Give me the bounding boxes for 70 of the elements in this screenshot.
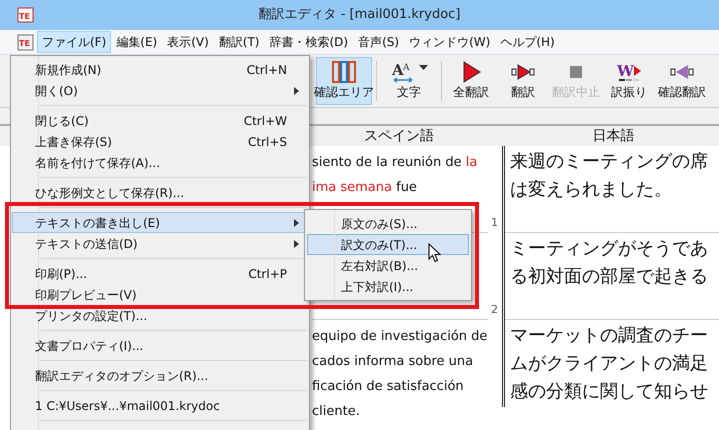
source-text-line: equipo de investigación de <box>312 328 488 346</box>
menu-item-label: 上書き保存(S) <box>35 134 112 150</box>
source-text-line: ficación de satisfacción <box>312 378 465 396</box>
toolbar-button[interactable]: W 訳振り <box>604 57 654 105</box>
row-number: 1 <box>491 214 498 230</box>
app-logo-icon: TE <box>17 7 34 23</box>
menu-item[interactable]: ひな形例文として保存(R)... <box>12 182 308 203</box>
menu-item[interactable]: 上書き保存(S) Ctrl+S <box>12 131 308 152</box>
document-icon: TE <box>17 34 34 50</box>
menu-bar-item[interactable]: ファイル(F) <box>37 31 112 53</box>
menu-item-label: 翻訳エディタのオプション(R)... <box>35 368 208 384</box>
menu-item-label: 文書プロパティ(I)... <box>35 338 144 354</box>
toolbar-button[interactable]: 翻訳 <box>498 57 548 105</box>
target-text-line: マーケットの調査のチー <box>510 324 709 348</box>
menu-bar-item[interactable]: 辞書・検索(D) <box>264 31 354 53</box>
target-text-line: ミーティングがそうであ <box>510 237 709 261</box>
column-header: スペイン語 <box>363 127 435 146</box>
toolbar-button[interactable]: 確認翻訳 <box>656 57 708 105</box>
menu-item[interactable]: 印刷(P)... Ctrl+P <box>12 263 308 284</box>
window-title: 翻訳エディタ - [mail001.krydoc] <box>258 6 460 24</box>
menu-item[interactable]: 文書プロパティ(I)... <box>12 335 308 356</box>
menu-item[interactable]: プリンタの設定(T)... <box>12 305 308 326</box>
source-text-line: cliente. <box>312 403 361 421</box>
menu-item-label: プリンタの設定(T)... <box>35 308 148 324</box>
target-text-line: は変えられました。 <box>510 178 673 202</box>
source-text-line: siento de la reunión de la <box>312 154 478 172</box>
menu-bar-item[interactable]: 表示(V) <box>162 31 214 53</box>
menu-item[interactable]: 1 C:¥Users¥...¥mail001.krydoc <box>12 395 308 416</box>
target-text-line: 感の分類に関して知らせ <box>510 380 709 404</box>
menu-item-label: 閉じる(C) <box>35 112 89 130</box>
submenu-item[interactable]: 原文のみ(S)... <box>307 213 469 234</box>
menu-bar-item[interactable]: 翻訳(T) <box>214 31 264 53</box>
menu-bar-item[interactable]: ヘルプ(H) <box>495 31 560 53</box>
shortcut-label: Ctrl+P <box>248 266 287 282</box>
menu-item-label: 印刷プレビュー(V) <box>35 286 137 304</box>
menu-item-label: ひな形例文として保存(R)... <box>35 184 184 202</box>
menu-item-label: 印刷(P)... <box>35 266 88 282</box>
menu-item[interactable]: 新規作成(N) Ctrl+N <box>12 59 308 80</box>
menu-bar-item[interactable]: 音声(S) <box>353 31 404 53</box>
menu-bar-item[interactable]: 編集(E) <box>111 31 162 53</box>
mouse-pointer-icon <box>428 243 441 263</box>
shortcut-label: Ctrl+N <box>246 62 287 78</box>
menu-item[interactable]: 名前を付けて保存(A)... <box>12 152 308 173</box>
toolbar-toggle-button[interactable]: 確認エリア <box>316 57 372 105</box>
menu-item-label: 1 C:¥Users¥...¥mail001.krydoc <box>35 398 220 414</box>
menu-item[interactable]: 翻訳エディタのオプション(R)... <box>12 365 308 386</box>
target-text-line: ムがクライアントの満足 <box>510 352 709 376</box>
menu-item[interactable]: 開く(O) <box>12 80 308 101</box>
shortcut-label: Ctrl+W <box>244 112 287 130</box>
toolbar-button[interactable]: 全翻訳 <box>446 57 496 105</box>
menu-item-label: テキストの送信(D) <box>35 236 138 252</box>
target-text-line: 来週のミーティングの席 <box>510 150 709 174</box>
caret-icon <box>418 65 428 71</box>
submenu-item[interactable]: 左右対訳(B)... <box>307 255 469 276</box>
menu-item[interactable]: 閉じる(C) Ctrl+W <box>12 110 308 131</box>
menu-item[interactable]: テキストの送信(D) <box>12 233 308 254</box>
menu-item-label: テキストの書き出し(E) <box>35 214 160 232</box>
menu-item-label: 新規作成(N) <box>35 62 102 78</box>
menu-item-label: 開く(O) <box>35 82 78 100</box>
submenu-item[interactable]: 上下対訳(I)... <box>307 276 469 297</box>
source-text-line: ima semana fue <box>312 179 418 197</box>
row-number: 2 <box>491 302 498 318</box>
target-text-line: る初対面の部屋で起きる <box>510 265 709 289</box>
columns-icon <box>331 61 357 83</box>
shortcut-label: Ctrl+S <box>248 134 287 150</box>
source-text-line: cados informa sobre una <box>312 353 474 371</box>
submenu-item[interactable]: 訳文のみ(T)... <box>307 234 469 255</box>
menu-bar-item[interactable]: ウィンドウ(W) <box>404 31 496 53</box>
menu-item-label: 名前を付けて保存(A)... <box>35 154 160 172</box>
column-header: 日本語 <box>592 127 636 146</box>
